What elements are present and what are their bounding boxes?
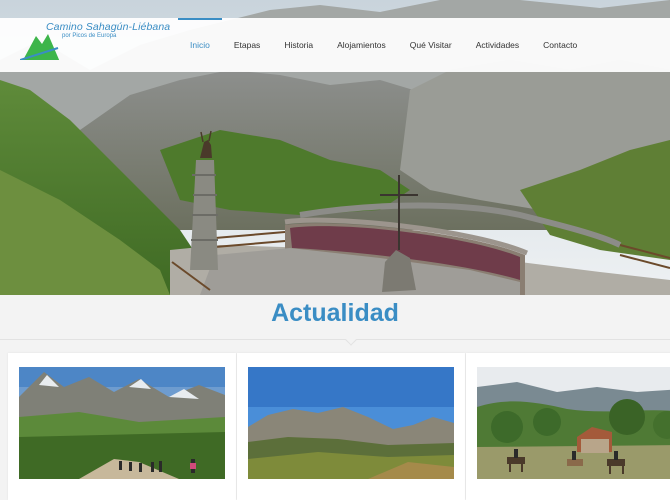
nav-que-visitar[interactable]: Qué Visitar [398, 18, 464, 72]
section-title: Actualidad [271, 299, 399, 327]
nav-inicio[interactable]: Inicio [178, 18, 222, 72]
main-menu: Inicio Etapas Historia Alojamientos Qué … [178, 18, 589, 72]
logo-subtitle: por Picos de Europa [62, 33, 117, 39]
news-card-image[interactable] [248, 367, 454, 479]
news-card[interactable] [8, 353, 236, 500]
news-card[interactable] [466, 353, 670, 500]
title-divider [0, 334, 670, 346]
nav-alojamientos[interactable]: Alojamientos [325, 18, 398, 72]
nav-contacto[interactable]: Contacto [531, 18, 589, 72]
nav-etapas[interactable]: Etapas [222, 18, 272, 72]
logo-title[interactable]: Camino Sahagún-Liébana [46, 21, 170, 33]
news-card-image[interactable] [477, 367, 670, 479]
nav-historia[interactable]: Historia [272, 18, 325, 72]
news-card-image[interactable] [19, 367, 225, 479]
news-card[interactable] [237, 353, 465, 500]
news-cards [8, 353, 670, 500]
nav-actividades[interactable]: Actividades [464, 18, 531, 72]
